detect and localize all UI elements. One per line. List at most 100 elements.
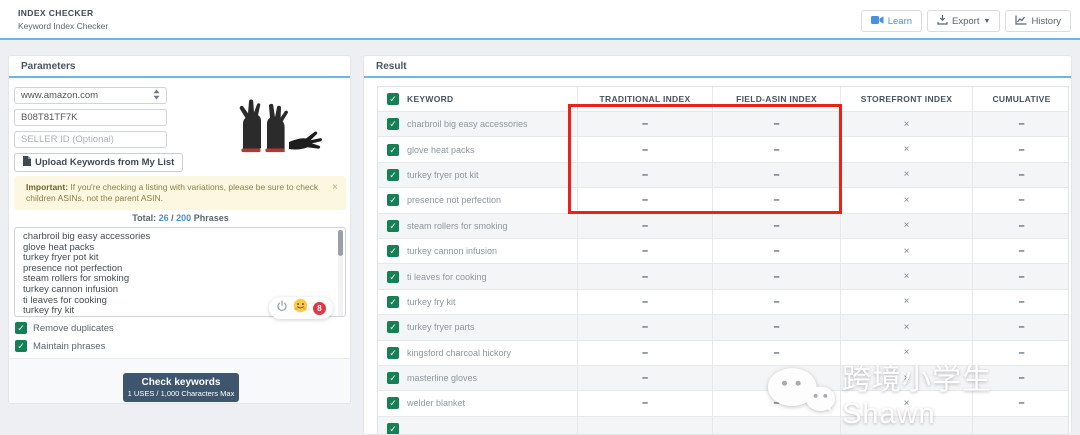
table-header-row: ✓ KEYWORD TRADITIONAL INDEX FIELD-ASIN I… bbox=[378, 87, 1068, 112]
row-checkbox[interactable]: ✓ bbox=[387, 271, 399, 283]
hugging-face-emoji-icon[interactable] bbox=[293, 298, 308, 318]
cumulative-cell: – bbox=[973, 214, 1070, 238]
table-row: ✓ masterline gloves – – × – bbox=[378, 366, 1068, 391]
cumulative-value: – bbox=[1018, 144, 1024, 156]
header-actions: Learn Export ▼ History bbox=[861, 10, 1071, 32]
file-icon bbox=[23, 156, 31, 169]
storefront-index-value: × bbox=[904, 322, 910, 333]
traditional-column-label: TRADITIONAL INDEX bbox=[600, 94, 691, 104]
storefront-index-value: × bbox=[904, 144, 910, 155]
row-checkbox[interactable]: ✓ bbox=[387, 296, 399, 308]
storefront-index-value: × bbox=[904, 119, 910, 130]
row-checkbox[interactable]: ✓ bbox=[387, 118, 399, 130]
table-row: ✓ kingsford charcoal hickory – – × – bbox=[378, 341, 1068, 366]
storefront-index-cell: × bbox=[841, 137, 973, 161]
row-checkbox[interactable]: ✓ bbox=[387, 220, 399, 232]
storefront-index-value: × bbox=[904, 246, 910, 257]
result-panel: Result ✓ KEYWORD TRADITIONAL INDEX FIELD… bbox=[363, 55, 1072, 435]
keyword-cell: ✓ welder blanket bbox=[378, 391, 578, 415]
header-titles: INDEX CHECKER Keyword Index Checker bbox=[18, 8, 108, 31]
cumulative-cell: – bbox=[973, 163, 1070, 187]
marketplace-select[interactable]: www.amazon.com bbox=[14, 87, 167, 104]
field-asin-index-cell: – bbox=[713, 214, 841, 238]
row-keyword: turkey fryer pot kit bbox=[407, 170, 479, 180]
cumulative-value: – bbox=[1018, 397, 1024, 409]
phrase-total: Total: 26 / 200 Phrases bbox=[9, 213, 351, 223]
row-checkbox[interactable]: ✓ bbox=[387, 245, 399, 257]
row-keyword: presence not perfection bbox=[407, 195, 501, 205]
upload-keywords-button[interactable]: Upload Keywords from My List bbox=[14, 153, 183, 172]
cumulative-cell bbox=[973, 417, 1070, 435]
storefront-index-cell bbox=[841, 417, 973, 435]
storefront-index-value: × bbox=[904, 373, 910, 384]
learn-button-label: Learn bbox=[888, 16, 912, 27]
row-keyword: kingsford charcoal hickory bbox=[407, 348, 511, 358]
upload-keywords-label: Upload Keywords from My List bbox=[35, 157, 174, 168]
traditional-index-cell: – bbox=[578, 290, 713, 314]
scrollbar-thumb[interactable] bbox=[338, 230, 343, 256]
field-asin-index-cell: – bbox=[713, 290, 841, 314]
result-panel-title: Result bbox=[364, 56, 1071, 78]
keyword-cell: ✓ turkey fryer pot kit bbox=[378, 163, 578, 187]
checkbox-checked-icon[interactable]: ✓ bbox=[15, 322, 27, 334]
traditional-index-cell: – bbox=[578, 239, 713, 263]
app-title: INDEX CHECKER bbox=[18, 8, 108, 18]
asin-input[interactable] bbox=[14, 109, 167, 126]
checkbox-checked-icon[interactable]: ✓ bbox=[15, 340, 27, 352]
chart-history-icon bbox=[1015, 15, 1027, 28]
traditional-index-value: – bbox=[642, 245, 648, 257]
row-checkbox[interactable]: ✓ bbox=[387, 347, 399, 359]
traditional-index-cell: – bbox=[578, 366, 713, 390]
keyword-cell: ✓ kingsford charcoal hickory bbox=[378, 341, 578, 365]
field-asin-index-value: – bbox=[773, 220, 779, 232]
remove-duplicates-option[interactable]: ✓ Remove duplicates bbox=[15, 322, 114, 334]
storefront-index-cell: × bbox=[841, 290, 973, 314]
traditional-index-value: – bbox=[642, 144, 648, 156]
history-button[interactable]: History bbox=[1005, 10, 1071, 32]
extension-overlay: 8 bbox=[269, 297, 333, 319]
close-icon[interactable]: × bbox=[332, 184, 338, 192]
traditional-index-value: – bbox=[642, 271, 648, 283]
check-keywords-button[interactable]: Check keywords 1 USES / 1,000 Characters… bbox=[123, 373, 239, 402]
notification-badge[interactable]: 8 bbox=[313, 302, 326, 315]
row-checkbox[interactable]: ✓ bbox=[387, 194, 399, 206]
traditional-index-value: – bbox=[642, 296, 648, 308]
select-all-checkbox[interactable]: ✓ bbox=[387, 93, 399, 105]
keyword-cell: ✓ ti leaves for cooking bbox=[378, 264, 578, 288]
keyword-cell: ✓ masterline gloves bbox=[378, 366, 578, 390]
cumulative-cell: – bbox=[973, 366, 1070, 390]
parameters-panel-title: Parameters bbox=[9, 56, 350, 78]
cumulative-value: – bbox=[1018, 321, 1024, 333]
export-button[interactable]: Export ▼ bbox=[927, 10, 1000, 32]
power-icon[interactable] bbox=[276, 299, 288, 317]
row-checkbox[interactable]: ✓ bbox=[387, 144, 399, 156]
row-checkbox[interactable]: ✓ bbox=[387, 372, 399, 384]
field-asin-index-cell bbox=[713, 417, 841, 435]
maintain-phrases-option[interactable]: ✓ Maintain phrases bbox=[15, 340, 105, 352]
result-table: ✓ KEYWORD TRADITIONAL INDEX FIELD-ASIN I… bbox=[377, 86, 1069, 435]
download-icon bbox=[937, 14, 948, 28]
row-keyword: charbroil big easy accessories bbox=[407, 119, 528, 129]
table-row: ✓ bbox=[378, 417, 1068, 435]
keyword-cell: ✓ steam rollers for smoking bbox=[378, 214, 578, 238]
traditional-index-cell: – bbox=[578, 188, 713, 212]
textarea-scrollbar[interactable] bbox=[338, 228, 343, 316]
traditional-index-cell bbox=[578, 417, 713, 435]
storefront-index-value: × bbox=[904, 220, 910, 231]
parameters-footer: Check keywords 1 USES / 1,000 Characters… bbox=[9, 358, 350, 404]
row-checkbox[interactable]: ✓ bbox=[387, 321, 399, 333]
traditional-index-value: – bbox=[642, 220, 648, 232]
cumulative-cell: – bbox=[973, 290, 1070, 314]
learn-button[interactable]: Learn bbox=[861, 10, 922, 32]
seller-id-input[interactable] bbox=[14, 131, 167, 148]
cumulative-cell: – bbox=[973, 391, 1070, 415]
field-asin-index-value: – bbox=[773, 194, 779, 206]
cumulative-cell: – bbox=[973, 315, 1070, 339]
traditional-index-cell: – bbox=[578, 341, 713, 365]
variations-warning-alert: Important: If you're checking a listing … bbox=[14, 176, 346, 210]
row-keyword: turkey fryer parts bbox=[407, 322, 475, 332]
row-checkbox[interactable]: ✓ bbox=[387, 169, 399, 181]
field-asin-index-cell: – bbox=[713, 391, 841, 415]
row-checkbox[interactable]: ✓ bbox=[387, 397, 399, 409]
storefront-index-cell: × bbox=[841, 214, 973, 238]
